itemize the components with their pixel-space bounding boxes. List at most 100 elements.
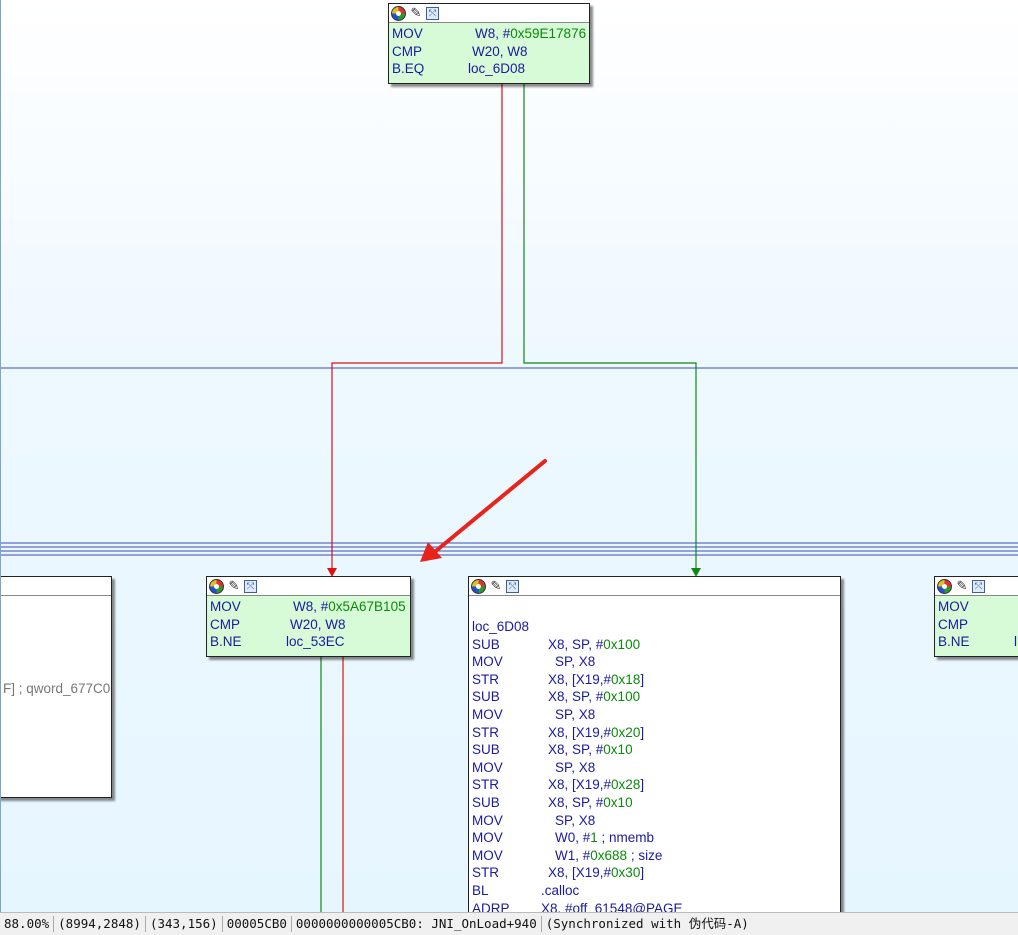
- operand-tail: ]: [640, 865, 645, 881]
- graph-icon[interactable]: ⤲: [972, 579, 985, 593]
- graph-icon[interactable]: ⤲: [426, 6, 439, 20]
- code-line[interactable]: SUB X8, SP, #0x100: [472, 636, 840, 654]
- code-label[interactable]: loc_6D08: [472, 618, 840, 636]
- false-edge: [331, 84, 503, 570]
- mnemonic: B.EQ: [392, 61, 425, 77]
- rename-icon[interactable]: ✎: [488, 578, 504, 594]
- immediate-value: 0x18: [611, 671, 641, 687]
- code-block-loc-6d08[interactable]: ✎ ⤲ loc_6D08 SUB X8, SP, #0x100 MOV SP, X8 S…: [468, 576, 841, 912]
- annotation-arrow: [429, 459, 547, 557]
- mnemonic: MOV: [392, 26, 423, 41]
- code-line[interactable]: STR X8, [X19,#0x20]: [472, 724, 840, 742]
- current-address: 0000000000005CB0: JNI_OnLoad+940: [292, 916, 542, 932]
- operand-text: SP, X8: [555, 812, 596, 828]
- operand: X8, [X19,#0x30]: [548, 864, 644, 882]
- operand-text: SP, X8: [555, 759, 596, 775]
- code-line[interactable]: STR X8, [X19,#0x30]: [472, 864, 840, 882]
- color-icon[interactable]: [209, 578, 224, 594]
- rename-icon[interactable]: ✎: [954, 578, 970, 594]
- operand: X8, [X19,#0x28]: [548, 776, 644, 794]
- code-block-top[interactable]: ✎ ⤲ MOV W8, #0x59E17876 CMP W20, W8 B.EQ loc_…: [388, 3, 590, 84]
- immediate-value: 0x28: [611, 777, 641, 793]
- immediate-value: 1: [590, 830, 598, 846]
- operand-text: W8, #: [475, 26, 511, 41]
- code-line[interactable]: MOV W8, #0x59E17876: [392, 25, 589, 43]
- operand-text: loc_53EC: [286, 634, 345, 650]
- graph-icon[interactable]: ⤲: [244, 579, 257, 593]
- mnemonic: SUB: [472, 689, 500, 705]
- graph-icon[interactable]: ⤲: [506, 579, 519, 593]
- mnemonic: MOV: [472, 830, 503, 846]
- code-line[interactable]: BL .calloc: [472, 882, 840, 900]
- operand-text: W20, W8: [472, 43, 528, 59]
- operand-text: SP, X8: [555, 706, 596, 722]
- operand-tail: ]: [640, 724, 645, 740]
- code-lines: MOV W8, #0x5A67B105 CMP W20, W8 B.NE loc_53EC: [207, 596, 410, 651]
- mnemonic: CMP: [392, 43, 422, 59]
- code-line[interactable]: B.NE loc_53EC: [210, 633, 410, 651]
- operand: X8, SP, #0x100: [548, 636, 640, 654]
- immediate-value: 0x5A67B105: [328, 599, 406, 614]
- code-line[interactable]: MOV W0, #1 ; nmemb: [472, 829, 840, 847]
- code-line[interactable]: MOV W8, #0x5A67B105: [210, 598, 410, 616]
- code-line[interactable]: MOV SP, X8: [472, 812, 840, 830]
- code-line[interactable]: SUB X8, SP, #0x10: [472, 741, 840, 759]
- code-line[interactable]: STR X8, [X19,#0x18]: [472, 671, 840, 689]
- code-line[interactable]: MOV: [938, 598, 1018, 616]
- operand: loc_6D08: [468, 60, 525, 78]
- code-line[interactable]: CMP W20, W8: [392, 43, 589, 61]
- mnemonic: MOV: [472, 812, 503, 828]
- mnemonic: SUB: [472, 794, 500, 810]
- operand-text: W8, #: [293, 599, 329, 614]
- operand-text: X8, [X19,#: [548, 777, 612, 793]
- code-line[interactable]: MOV SP, X8: [472, 706, 840, 724]
- operand-text: W20, W8: [290, 616, 346, 632]
- code-line[interactable]: CMP W20, W8: [210, 616, 410, 634]
- operand: X8, [X19,#0x20]: [548, 724, 644, 742]
- immediate-value: 0x59E17876: [510, 26, 587, 41]
- operand-text: l: [1014, 634, 1017, 650]
- code-line[interactable]: B.EQ loc_6D08: [392, 60, 589, 78]
- graph-coordinates: (8994,2848): [54, 916, 146, 932]
- color-icon[interactable]: [471, 578, 486, 594]
- graph-canvas[interactable]: ✎ ⤲ MOV W8, #0x59E17876 CMP W20, W8 B.EQ loc_…: [0, 0, 1018, 912]
- mnemonic: BL: [472, 882, 489, 898]
- color-icon[interactable]: [937, 578, 952, 594]
- operand: X8, SP, #0x10: [548, 794, 633, 812]
- node-header: ✎ ⤲: [389, 4, 589, 23]
- code-lines: MOV W8, #0x59E17876 CMP W20, W8 B.EQ loc_6D08: [389, 23, 589, 78]
- operand-text: X8, [X19,#: [548, 865, 612, 881]
- mnemonic: STR: [472, 671, 499, 687]
- mnemonic: MOV: [472, 847, 503, 863]
- operand: SP, X8: [555, 812, 595, 830]
- code-line[interactable]: MOV SP, X8: [472, 653, 840, 671]
- mnemonic: B.NE: [938, 634, 970, 650]
- code-line[interactable]: MOV W1, #0x688 ; size: [472, 847, 840, 865]
- code-line[interactable]: B.NE l: [938, 633, 1018, 651]
- immediate-value: 0x30: [611, 865, 641, 881]
- operand: SP, X8: [555, 653, 595, 671]
- true-edge: [523, 84, 697, 570]
- rename-icon[interactable]: ✎: [408, 5, 424, 21]
- rename-icon[interactable]: ✎: [226, 578, 242, 594]
- code-line[interactable]: CMP: [938, 616, 1018, 634]
- mnemonic: SUB: [472, 636, 500, 652]
- code-block-left[interactable]: F] ; qword_677C0: [1, 576, 112, 798]
- immediate-value: 0x100: [603, 636, 641, 652]
- code-block-right[interactable]: ✎ ⤲ MOV CMP B.NE l: [934, 576, 1018, 657]
- code-line[interactable]: SUB X8, SP, #0x10: [472, 794, 840, 812]
- code-line[interactable]: SUB X8, SP, #0x100: [472, 688, 840, 706]
- operand-text: X8, SP, #: [548, 689, 604, 705]
- operand: X8, [X19,#0x18]: [548, 671, 644, 689]
- operand: X8, SP, #0x10: [548, 741, 633, 759]
- code-line[interactable]: MOV SP, X8: [472, 759, 840, 777]
- code-line[interactable]: STR X8, [X19,#0x28]: [472, 776, 840, 794]
- code-line[interactable]: ADRP X8, #off_61548@PAGE: [472, 900, 840, 913]
- mnemonic: MOV: [472, 654, 503, 670]
- node-header: [1, 577, 111, 596]
- operand-text: loc_6D08: [468, 61, 526, 77]
- code-block-mid[interactable]: ✎ ⤲ MOV W8, #0x5A67B105 CMP W20, W8 B.NE loc_…: [206, 576, 411, 657]
- color-icon[interactable]: [391, 5, 406, 21]
- operand: X8, #off_61548@PAGE: [541, 900, 683, 913]
- operand-text: X8, [X19,#: [548, 671, 612, 687]
